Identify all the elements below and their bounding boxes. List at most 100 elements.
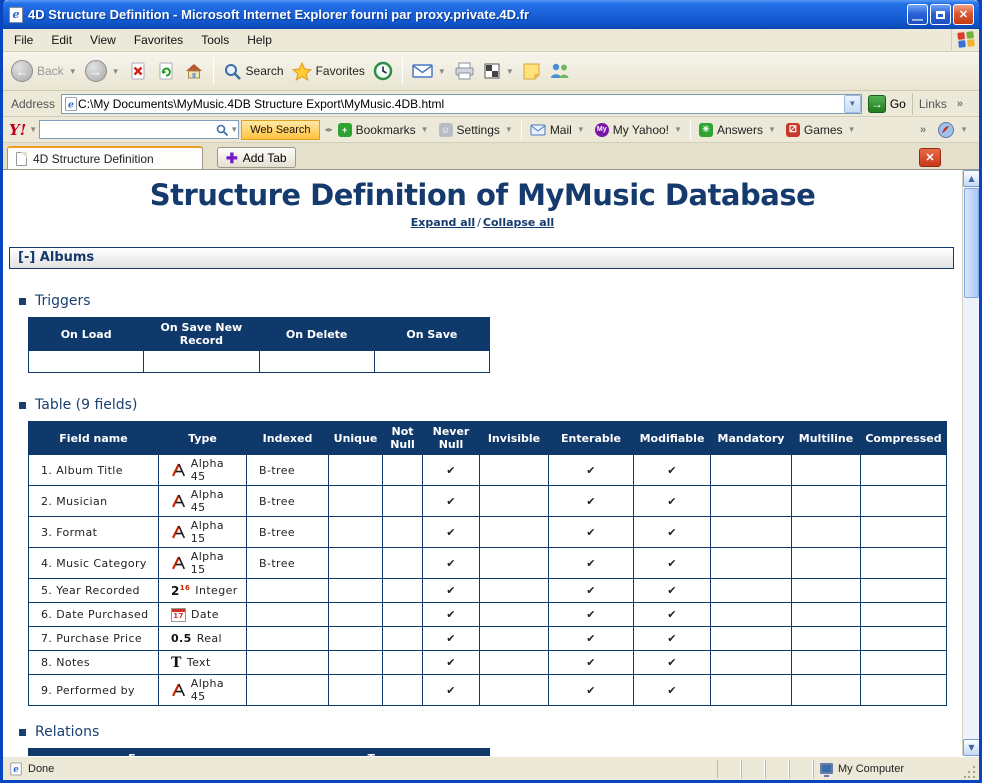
table-row: 8. Notes TText ✔ ✔✔ [29,651,947,675]
minimize-button[interactable]: — [907,4,928,25]
yahoo-mail-button[interactable]: Mail ▼ [525,123,590,137]
fields-table: Field nameType IndexedUnique Not NullNev… [28,421,947,706]
games-dice-icon: ⚂ [786,123,800,137]
links-chevron-icon[interactable]: » [957,98,963,110]
collapse-all-link[interactable]: Collapse all [483,216,554,229]
address-label: Address [11,97,55,111]
search-icon [223,62,242,81]
edit-button[interactable]: ▼ [479,60,518,82]
add-tab-plus-icon: ✚ [226,153,238,163]
resize-grip[interactable] [963,762,977,780]
tab-4d-structure-definition[interactable]: 4D Structure Definition [7,146,203,169]
favorites-star-icon [292,62,312,81]
title-bar[interactable]: e 4D Structure Definition - Microsoft In… [3,0,979,29]
yahoo-mail-dropdown-icon[interactable]: ▼ [577,125,585,134]
home-button[interactable] [180,59,208,83]
menu-help[interactable]: Help [238,30,281,50]
table-row: 3. Format Alpha 15 B-tree ✔ ✔✔ [29,517,947,548]
edit-icon [483,62,501,80]
yahoo-overflow-chevron-icon[interactable]: » [920,124,926,136]
menu-view[interactable]: View [81,30,125,50]
yahoo-logo-dropdown-icon[interactable]: ▼ [29,125,37,134]
menu-tools[interactable]: Tools [192,30,238,50]
tab-page-icon [16,152,27,166]
add-tab-button[interactable]: ✚ Add Tab [217,147,296,168]
menu-edit[interactable]: Edit [42,30,81,50]
answers-dropdown-icon[interactable]: ▼ [768,125,776,134]
print-button[interactable] [450,60,479,82]
expand-all-link[interactable]: Expand all [411,216,475,229]
stop-icon [128,61,148,81]
table-row: 4. Music Category Alpha 15 B-tree ✔ ✔✔ [29,548,947,579]
discuss-button[interactable] [518,60,545,83]
mail-icon [412,63,433,79]
close-button[interactable]: ✕ [953,4,974,25]
address-field[interactable]: e ▼ [61,94,862,114]
scroll-up-icon[interactable]: ▲ [963,170,979,187]
messenger-button[interactable] [545,60,575,82]
toolbar-collapse-handle-icon[interactable]: ◂▸ [325,125,333,134]
refresh-icon [156,61,176,81]
refresh-button[interactable] [152,59,180,83]
scroll-down-icon[interactable]: ▼ [963,739,979,756]
tab-bar: 4D Structure Definition ✚ Add Tab ✕ [3,143,979,169]
settings-button[interactable]: ☺ Settings ▼ [434,123,518,137]
scrollbar-thumb[interactable] [964,188,979,298]
forward-button[interactable]: → ▼ [81,58,124,84]
my-yahoo-dropdown-icon[interactable]: ▼ [674,125,682,134]
games-button[interactable]: ⚂ Games ▼ [781,123,861,137]
yahoo-search-icon [215,123,229,137]
my-yahoo-icon: My [595,123,609,137]
stop-button[interactable] [124,59,152,83]
browser-window: e 4D Structure Definition - Microsoft In… [0,0,982,783]
edit-dropdown-icon[interactable]: ▼ [506,67,514,76]
adobe-pdf-dropdown-icon[interactable]: ▼ [960,125,968,134]
links-label[interactable]: Links [919,97,947,111]
menu-favorites[interactable]: Favorites [125,30,192,50]
favorites-button[interactable]: Favorites [288,60,369,83]
go-button[interactable]: → Go [868,95,906,113]
games-dropdown-icon[interactable]: ▼ [848,125,856,134]
table-row: 1. Album Title Alpha 45 B-tree ✔ ✔✔ [29,455,947,486]
messenger-people-icon [549,62,571,80]
address-input[interactable] [78,96,844,112]
yahoo-search-dropdown-icon[interactable]: ▼ [230,125,238,134]
yahoo-search-input[interactable] [40,122,215,137]
relations-table: From To [Albums]Musician [Musicians]Musi… [28,748,490,756]
settings-dropdown-icon[interactable]: ▼ [505,125,513,134]
search-button[interactable]: Search [219,60,288,83]
adobe-pdf-button[interactable]: ▼ [932,121,973,139]
mail-dropdown-icon[interactable]: ▼ [438,67,446,76]
bookmarks-dropdown-icon[interactable]: ▼ [421,125,429,134]
menu-bar: File Edit View Favorites Tools Help [3,29,979,52]
table-row: 2. Musician Alpha 45 B-tree ✔ ✔✔ [29,486,947,517]
relations-heading: Relations [19,724,962,740]
alpha-type-icon [171,683,186,697]
tabbar-close-button[interactable]: ✕ [919,148,941,167]
mail-button[interactable]: ▼ [408,61,450,81]
my-yahoo-button[interactable]: My My Yahoo! ▼ [590,123,687,137]
maximize-button[interactable] [930,4,951,25]
albums-section-header[interactable]: [-] Albums [9,247,954,269]
table-row: 5. Year Recorded 216Integer ✔ ✔✔ [29,579,947,603]
address-bar: Address e ▼ → Go Links » [3,91,979,117]
history-button[interactable] [369,59,397,83]
back-label: Back [37,64,64,78]
fields-heading: Table (9 fields) [19,397,962,413]
back-button[interactable]: ← Back ▼ [7,58,81,84]
integer-type-icon: 216 [171,584,190,598]
note-icon [522,62,541,81]
yahoo-search-box[interactable]: ▼ [39,120,239,139]
vertical-scrollbar[interactable]: ▲ ▼ [962,170,979,756]
address-dropdown-icon[interactable]: ▼ [844,95,861,113]
menu-file[interactable]: File [5,30,42,50]
real-type-icon: 0.5 [171,632,192,645]
bookmarks-button[interactable]: + Bookmarks ▼ [333,123,434,137]
back-dropdown-icon[interactable]: ▼ [69,67,77,76]
table-row: 6. Date Purchased 17Date ✔ ✔✔ [29,603,947,627]
answers-button[interactable]: ✳ Answers ▼ [694,123,781,137]
web-search-button[interactable]: Web Search [241,120,319,140]
table-row: 9. Performed by Alpha 45 ✔ ✔✔ [29,675,947,706]
forward-dropdown-icon[interactable]: ▼ [112,67,120,76]
yahoo-logo[interactable]: Y! [9,121,26,139]
